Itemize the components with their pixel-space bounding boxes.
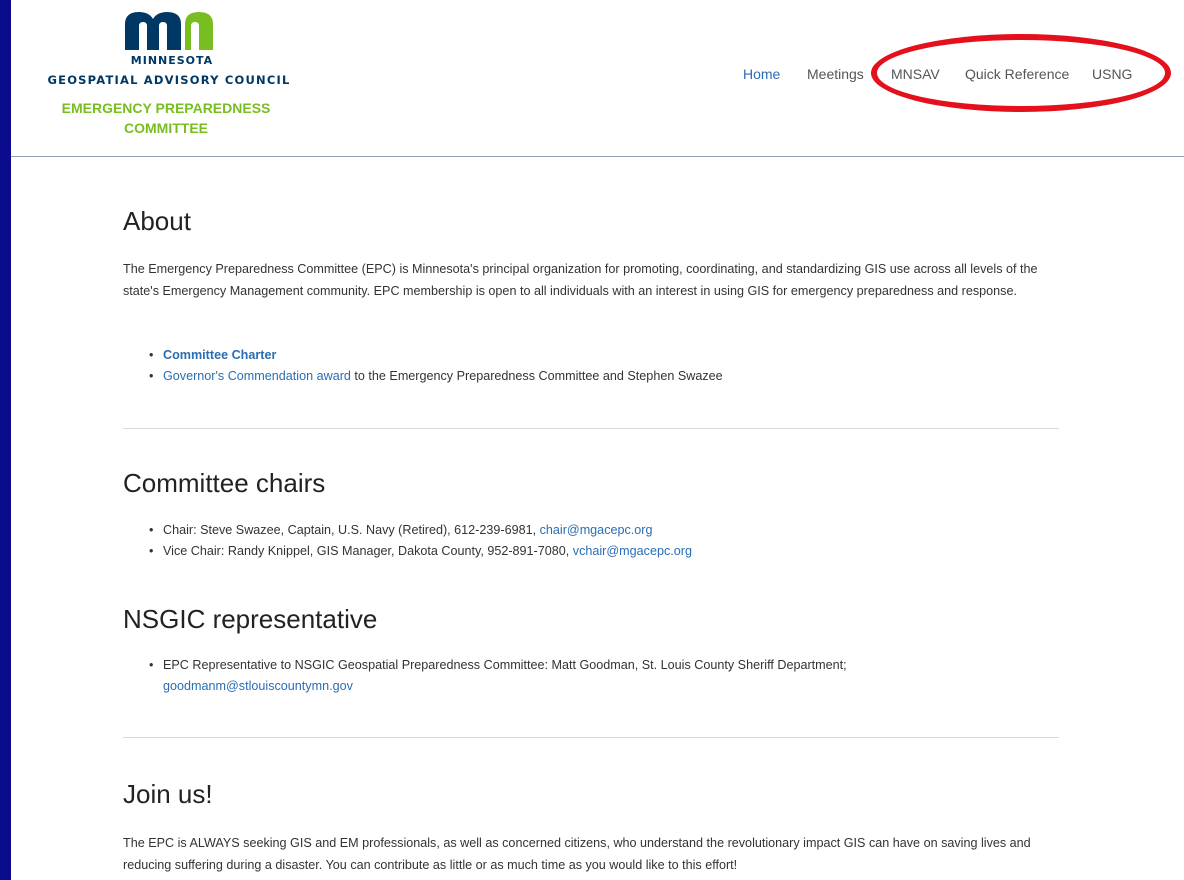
nsgic-info: EPC Representative to NSGIC Geospatial P…	[163, 658, 847, 672]
site-header: MINNESOTA GEOSPATIAL ADVISORY COUNCIL EM…	[11, 0, 1184, 157]
nsgic-heading: NSGIC representative	[123, 604, 378, 634]
page: MINNESOTA GEOSPATIAL ADVISORY COUNCIL EM…	[11, 0, 1184, 880]
logo-committee-text: EMERGENCY PREPAREDNESS COMMITTEE	[51, 98, 281, 138]
committee-charter-link[interactable]: Committee Charter	[163, 348, 276, 362]
award-description: to the Emergency Preparedness Committee …	[350, 369, 723, 383]
join-text: The EPC is ALWAYS seeking GIS and EM pro…	[123, 836, 1031, 872]
governors-commendation-link[interactable]: Governor's Commendation award	[163, 369, 351, 383]
chairs-list: Chair: Steve Swazee, Captain, U.S. Navy …	[123, 520, 1059, 562]
about-text: The Emergency Preparedness Committee (EP…	[123, 262, 1038, 298]
logo-state-text: MINNESOTA	[130, 54, 214, 67]
nav-item-quick-reference[interactable]: Quick Reference	[965, 66, 1069, 82]
chair-info: Chair: Steve Swazee, Captain, U.S. Navy …	[163, 523, 540, 537]
section-divider	[123, 428, 1059, 429]
nav-item-home[interactable]: Home	[743, 66, 780, 82]
nav-item-mnsav[interactable]: MNSAV	[891, 66, 940, 82]
site-logo[interactable]: MINNESOTA GEOSPATIAL ADVISORY COUNCIL EM…	[31, 6, 331, 146]
list-item: Committee Charter	[149, 345, 1059, 366]
nav-item-meetings[interactable]: Meetings	[807, 66, 864, 82]
about-links-list: Committee Charter Governor's Commendatio…	[123, 345, 1059, 387]
mn-logo-icon	[125, 12, 213, 50]
nav-item-usng[interactable]: USNG	[1092, 66, 1132, 82]
list-item: Vice Chair: Randy Knippel, GIS Manager, …	[149, 541, 1059, 562]
list-item: Chair: Steve Swazee, Captain, U.S. Navy …	[149, 520, 1059, 541]
chair-email-link[interactable]: chair@mgacepc.org	[540, 523, 653, 537]
nsgic-list: EPC Representative to NSGIC Geospatial P…	[123, 655, 1059, 697]
section-divider	[123, 737, 1059, 738]
logo-council-text: GEOSPATIAL ADVISORY COUNCIL	[47, 73, 291, 87]
list-item: Governor's Commendation award to the Eme…	[149, 366, 1059, 387]
logo-committee-line2: COMMITTEE	[124, 120, 208, 136]
vice-chair-email-link[interactable]: vchair@mgacepc.org	[573, 544, 692, 558]
logo-committee-line1: EMERGENCY PREPAREDNESS	[61, 100, 271, 116]
about-heading: About	[123, 206, 191, 236]
vice-chair-info: Vice Chair: Randy Knippel, GIS Manager, …	[163, 544, 573, 558]
committee-chairs-heading: Committee chairs	[123, 468, 326, 498]
list-item: EPC Representative to NSGIC Geospatial P…	[149, 655, 1059, 697]
nsgic-email-link[interactable]: goodmanm@stlouiscountymn.gov	[163, 679, 353, 693]
join-heading: Join us!	[123, 779, 213, 809]
